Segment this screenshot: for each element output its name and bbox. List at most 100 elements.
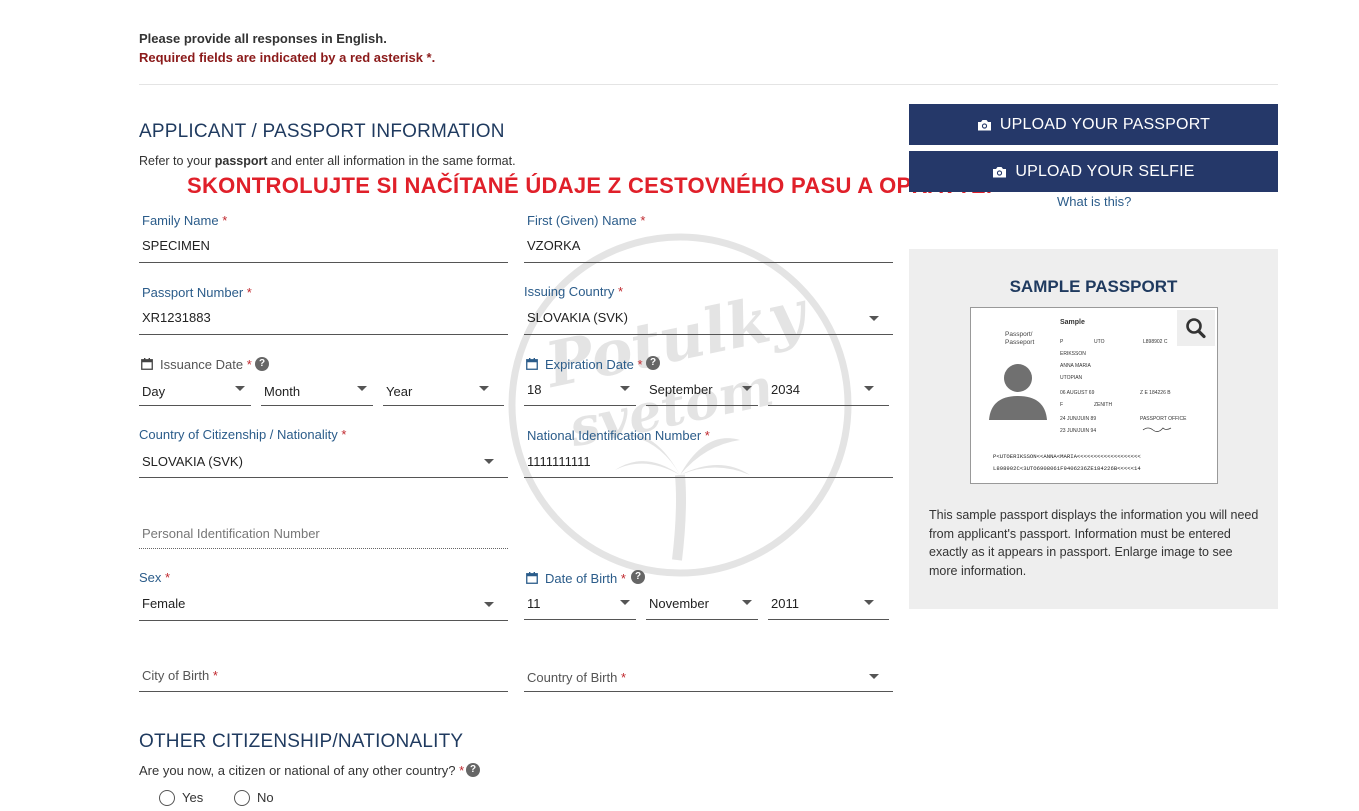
issuance-month-select[interactable]: Month [261,376,373,406]
other-citizenship-title: OTHER CITIZENSHIP/NATIONALITY [139,731,464,752]
overlay-warning: SKONTROLUJTE SI NAČÍTANÉ ÚDAJE Z CESTOVN… [187,173,993,198]
english-note: Please provide all responses in English. [139,31,387,46]
family-name-label-text: Family Name [142,213,219,228]
dob-year-select[interactable]: 2011 [768,590,889,620]
sex-label-text: Sex [139,570,162,585]
camera-icon [993,166,1007,177]
sample-surname: ERIKSSON [1060,351,1086,357]
zoom-button[interactable] [1177,310,1215,346]
chevron-down-icon [484,602,494,607]
passport-number-input[interactable]: XR1231883 [139,304,508,335]
chevron-down-icon [484,459,494,464]
sample-mrz-1: P<UTOERIKSSON<<ANNA<MARIA<<<<<<<<<<<<<<<… [993,453,1141,460]
family-name-value: SPECIMEN [142,238,210,253]
help-icon[interactable]: ? [631,570,645,584]
issuing-country-select[interactable]: SLOVAKIA (SVK) [524,304,893,335]
passport-number-value: XR1231883 [142,310,211,325]
first-name-input[interactable]: VZORKA [524,232,893,263]
sample-passport-panel: SAMPLE PASSPORT Passport/ Passeport Samp… [909,249,1278,609]
issuance-day-select[interactable]: Day [139,376,251,406]
radio-yes[interactable] [159,790,175,806]
citizenship-label-text: Country of Citizenship / Nationality [139,427,338,442]
sample-sex: F [1060,402,1063,408]
sample-passport-image[interactable]: Passport/ Passeport Sample P UTO L898902… [970,307,1218,484]
dob-day-select[interactable]: 11 [524,590,636,620]
upload-passport-button[interactable]: UPLOAD YOUR PASSPORT [909,104,1278,145]
sex-select[interactable]: Female [139,590,508,621]
chevron-down-icon [864,600,874,605]
expiration-day-select[interactable]: 18 [524,376,636,406]
chevron-down-icon [742,386,752,391]
required-asterisk: * [341,427,347,442]
personal-id-placeholder: Personal Identification Number [142,526,320,541]
upload-selfie-button[interactable]: UPLOAD YOUR SELFIE [909,151,1278,192]
question-text: Are you now, a citizen or national of an… [139,763,456,778]
chevron-down-icon [479,386,489,391]
city-of-birth-label-text: City of Birth [142,668,210,683]
sample-code: UTO [1094,339,1105,345]
applicant-section-title: APPLICANT / PASSPORT INFORMATION [139,121,505,142]
radio-yes-label: Yes [182,790,204,805]
issuance-day-value: Day [142,384,166,399]
required-asterisk: * [459,763,465,778]
radio-no[interactable] [234,790,250,806]
sex-label: Sex * [139,570,170,585]
sample-place: ZENITH [1094,402,1112,408]
issuance-date-label: Issuance Date * [160,357,252,372]
city-of-birth-input[interactable]: City of Birth * [139,660,508,692]
divider [139,84,1278,85]
help-icon[interactable]: ? [466,763,480,777]
help-icon[interactable]: ? [255,357,269,371]
expiration-day-value: 18 [527,382,542,397]
radio-no-label: No [257,790,274,805]
help-icon[interactable]: ? [646,356,660,370]
expiration-year-select[interactable]: 2034 [768,376,889,406]
sample-dob: 06 AUGUST 69 [1060,390,1095,396]
subtext-bold: passport [214,154,268,168]
expiration-month-select[interactable]: September [646,376,758,406]
expiration-date-label: Expiration Date * [545,357,643,372]
dob-month-select[interactable]: November [646,590,758,620]
issuing-country-label: Issuing Country * [524,284,623,299]
issuance-year-select[interactable]: Year [383,376,504,406]
required-asterisk: * [165,570,171,585]
citizenship-select[interactable]: SLOVAKIA (SVK) [139,447,508,478]
sample-type: P [1060,339,1064,345]
what-is-this-link[interactable]: What is this? [1057,194,1131,209]
other-citizenship-question: Are you now, a citizen or national of an… [139,763,464,778]
issuance-date-label-text: Issuance Date [160,357,244,372]
national-id-input[interactable]: 1111111111 [524,447,893,478]
sample-nationality: UTOPIAN [1060,375,1083,381]
required-asterisk: * [246,357,252,372]
national-id-label: National Identification Number * [527,428,710,443]
chevron-down-icon [864,386,874,391]
required-asterisk: * [212,668,218,683]
dob-year-value: 2011 [771,596,799,611]
svg-text:Passport/: Passport/ [1005,331,1033,338]
dob-label-text: Date of Birth [545,571,618,586]
required-asterisk: * [637,357,643,372]
sample-given: ANNA MARIA [1060,363,1092,369]
chevron-down-icon [620,600,630,605]
required-asterisk: * [617,284,624,299]
country-of-birth-select[interactable]: Country of Birth * [524,660,893,692]
sample-word: Sample [1060,319,1085,326]
citizenship-value: SLOVAKIA (SVK) [142,454,243,469]
country-of-birth-label: Country of Birth * [527,670,626,685]
personal-id-input[interactable]: Personal Identification Number [139,520,508,549]
svg-text:Passeport: Passeport [1005,339,1034,346]
expiration-date-label-text: Expiration Date [545,357,634,372]
calendar-icon [141,358,153,370]
family-name-label: Family Name * [142,213,227,228]
expiration-month-value: September [649,382,713,397]
citizenship-label: Country of Citizenship / Nationality * [139,427,346,442]
required-asterisk: * [704,428,710,443]
issuing-country-value: SLOVAKIA (SVK) [527,310,628,325]
chevron-down-icon [620,386,630,391]
required-asterisk: * [222,213,228,228]
family-name-input[interactable]: SPECIMEN [139,232,508,263]
calendar-icon [526,358,538,370]
national-id-label-text: National Identification Number [527,428,702,443]
dob-day-value: 11 [527,596,541,611]
expiration-year-value: 2034 [771,382,800,397]
